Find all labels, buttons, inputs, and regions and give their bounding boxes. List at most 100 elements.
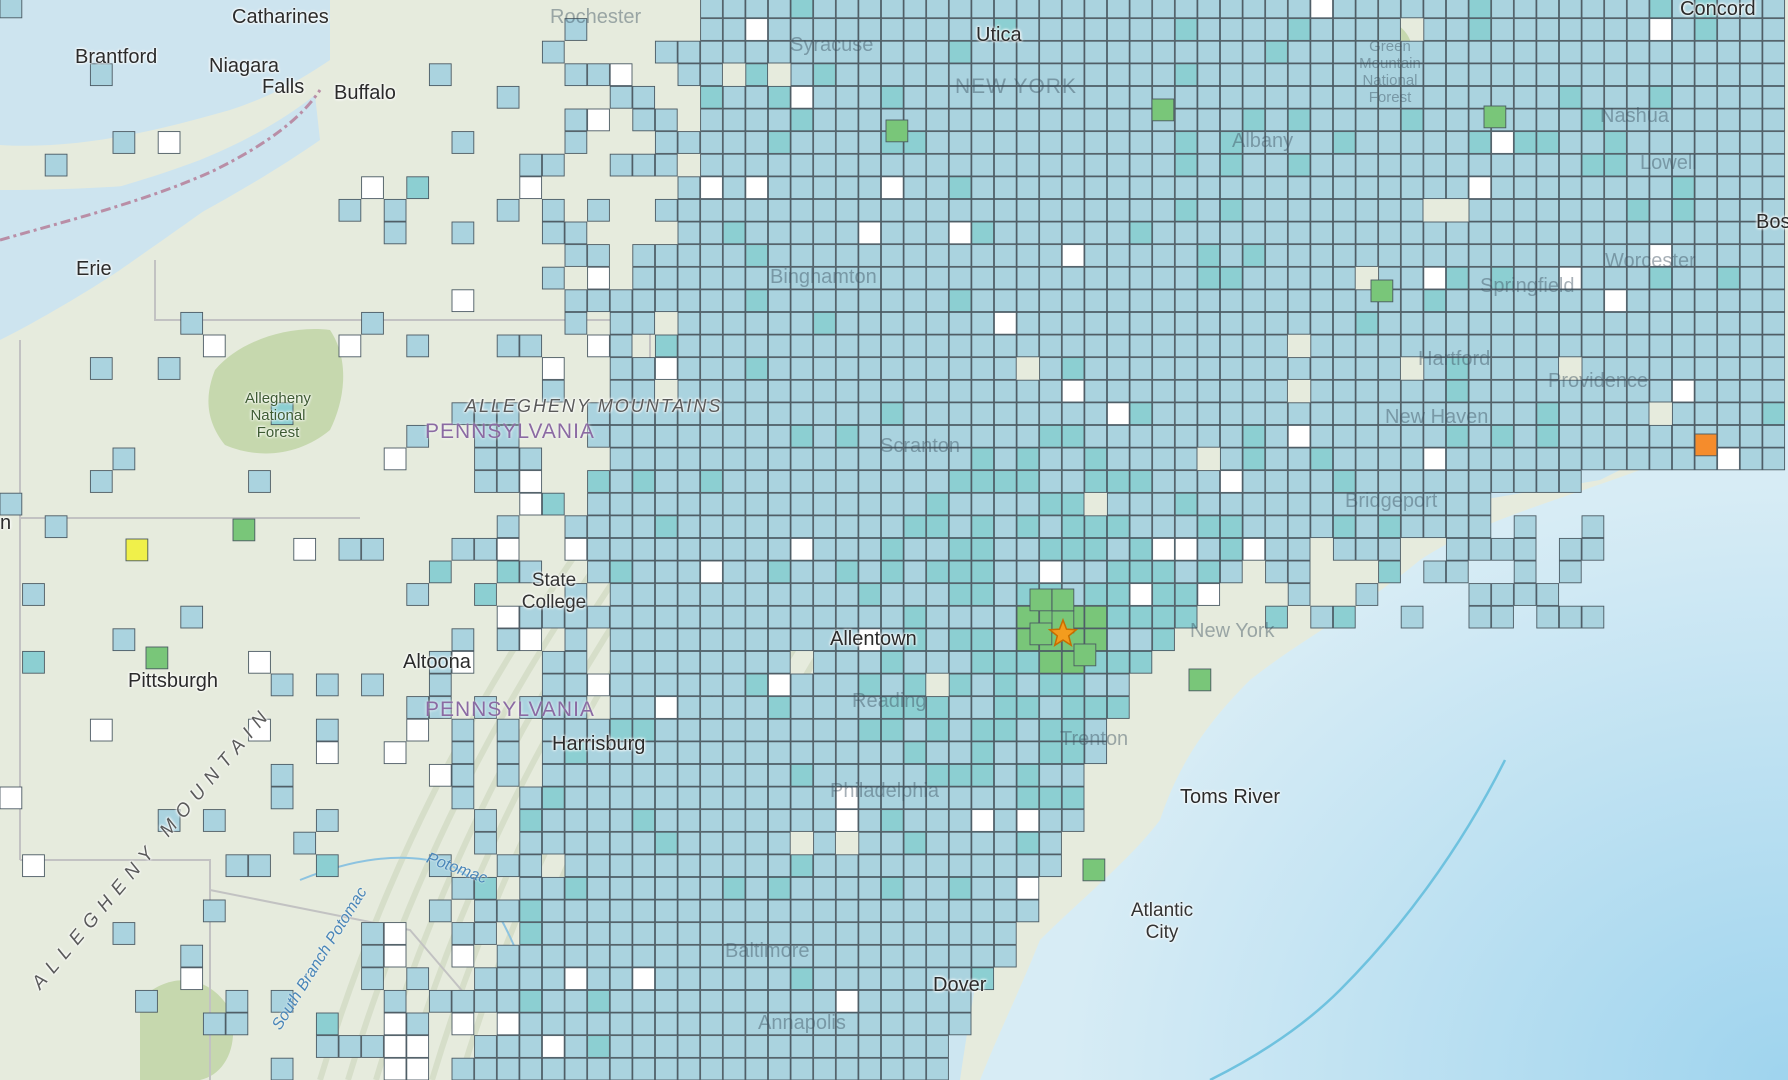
grid-cell[interactable] <box>654 809 678 832</box>
grid-cell[interactable] <box>541 922 565 945</box>
grid-cell[interactable] <box>1106 311 1130 335</box>
grid-cell[interactable] <box>1739 85 1763 109</box>
grid-cell[interactable] <box>1061 244 1085 267</box>
grid-cell[interactable] <box>1174 583 1198 606</box>
grid-cell[interactable] <box>1762 424 1786 448</box>
grid-cell[interactable] <box>1762 176 1786 200</box>
grid-cell[interactable] <box>654 876 678 900</box>
grid-cell[interactable] <box>1491 266 1514 290</box>
grid-cell[interactable] <box>880 854 904 878</box>
grid-cell[interactable] <box>677 786 701 810</box>
grid-cell[interactable] <box>1445 289 1469 313</box>
grid-cell[interactable] <box>1039 40 1062 64</box>
grid-cell[interactable] <box>383 989 407 1013</box>
grid-cell[interactable] <box>903 492 927 516</box>
grid-cell[interactable] <box>1129 176 1153 200</box>
grid-cell[interactable] <box>1129 492 1153 516</box>
grid-cell[interactable] <box>1310 515 1334 539</box>
grid-cell[interactable] <box>1310 402 1334 426</box>
grid-cell[interactable] <box>1332 18 1356 41</box>
grid-cell[interactable] <box>835 492 859 516</box>
grid-cell[interactable] <box>700 628 723 652</box>
grid-cell[interactable] <box>519 470 543 493</box>
grid-cell[interactable] <box>1626 221 1650 245</box>
grid-cell[interactable] <box>1332 131 1356 154</box>
grid-cell[interactable] <box>1242 0 1266 19</box>
grid-cell[interactable] <box>451 537 475 561</box>
grid-cell[interactable] <box>428 650 452 674</box>
grid-cell[interactable] <box>1604 402 1627 426</box>
grid-cell[interactable] <box>1129 289 1153 313</box>
grid-cell[interactable] <box>880 1012 904 1036</box>
grid-cell[interactable] <box>948 357 972 380</box>
grid-cell[interactable] <box>654 922 678 945</box>
grid-cell[interactable] <box>1445 85 1469 109</box>
grid-cell[interactable] <box>767 899 791 923</box>
grid-cell[interactable] <box>858 0 882 19</box>
grid-cell[interactable] <box>835 447 859 471</box>
grid-cell[interactable] <box>677 583 701 606</box>
grid-cell[interactable] <box>428 63 452 87</box>
grid-cell[interactable] <box>1513 402 1537 426</box>
grid-cell[interactable] <box>903 854 927 878</box>
grid-cell[interactable] <box>1332 492 1356 516</box>
grid-cell[interactable] <box>1287 153 1311 177</box>
grid-cell[interactable] <box>993 424 1017 448</box>
grid-cell[interactable] <box>948 289 972 313</box>
grid-cell[interactable] <box>926 809 949 832</box>
grid-cell[interactable] <box>1762 334 1786 358</box>
grid-cell[interactable] <box>1265 357 1288 380</box>
grid-cell[interactable] <box>270 673 294 697</box>
grid-cell[interactable] <box>790 876 814 900</box>
grid-cell[interactable] <box>835 153 859 177</box>
grid-cell[interactable] <box>971 831 995 855</box>
grid-cell[interactable] <box>1671 311 1695 335</box>
grid-cell[interactable] <box>767 379 791 403</box>
grid-cell[interactable] <box>1468 583 1492 606</box>
grid-cell[interactable] <box>813 899 836 923</box>
grid-cell[interactable] <box>609 899 633 923</box>
grid-cell[interactable] <box>564 1012 588 1036</box>
grid-cell[interactable] <box>1581 18 1605 41</box>
grid-cell[interactable] <box>722 492 746 516</box>
grid-cell[interactable] <box>1084 85 1108 109</box>
grid-cell[interactable] <box>1671 424 1695 448</box>
grid-cell[interactable] <box>1694 131 1718 154</box>
grid-cell[interactable] <box>1242 537 1266 561</box>
grid-cell[interactable] <box>835 967 859 991</box>
grid-cell[interactable] <box>1762 198 1786 222</box>
grid-cell[interactable] <box>1061 334 1085 358</box>
grid-cell[interactable] <box>1445 424 1469 448</box>
grid-cell[interactable] <box>1152 40 1175 64</box>
grid-cell[interactable] <box>1513 131 1537 154</box>
grid-cell[interactable] <box>835 696 859 719</box>
grid-cell[interactable] <box>926 515 949 539</box>
grid-cell[interactable] <box>1016 131 1040 154</box>
grid-cell[interactable] <box>1491 85 1514 109</box>
grid-cell[interactable] <box>1717 402 1740 426</box>
grid-cell[interactable] <box>948 18 972 41</box>
grid-cell[interactable] <box>1219 560 1243 584</box>
grid-cell[interactable] <box>541 786 565 810</box>
grid-cell[interactable] <box>790 696 814 719</box>
grid-cell-highlight[interactable] <box>1483 105 1507 129</box>
grid-cell[interactable] <box>1310 447 1334 471</box>
grid-cell[interactable] <box>835 244 859 267</box>
grid-cell[interactable] <box>157 357 181 380</box>
grid-cell[interactable] <box>767 108 791 132</box>
grid-cell[interactable] <box>1626 266 1650 290</box>
grid-cell[interactable] <box>858 944 882 968</box>
grid-cell[interactable] <box>1129 40 1153 64</box>
grid-cell[interactable] <box>609 741 633 765</box>
grid-cell[interactable] <box>1649 131 1673 154</box>
grid-cell[interactable] <box>1739 266 1763 290</box>
grid-cell[interactable] <box>677 492 701 516</box>
grid-cell[interactable] <box>993 763 1017 787</box>
grid-cell[interactable] <box>790 153 814 177</box>
grid-cell[interactable] <box>880 198 904 222</box>
grid-cell[interactable] <box>1106 85 1130 109</box>
grid-cell[interactable] <box>1016 424 1040 448</box>
grid-cell[interactable] <box>948 989 972 1013</box>
grid-cell[interactable] <box>1016 18 1040 41</box>
grid-cell[interactable] <box>1332 176 1356 200</box>
